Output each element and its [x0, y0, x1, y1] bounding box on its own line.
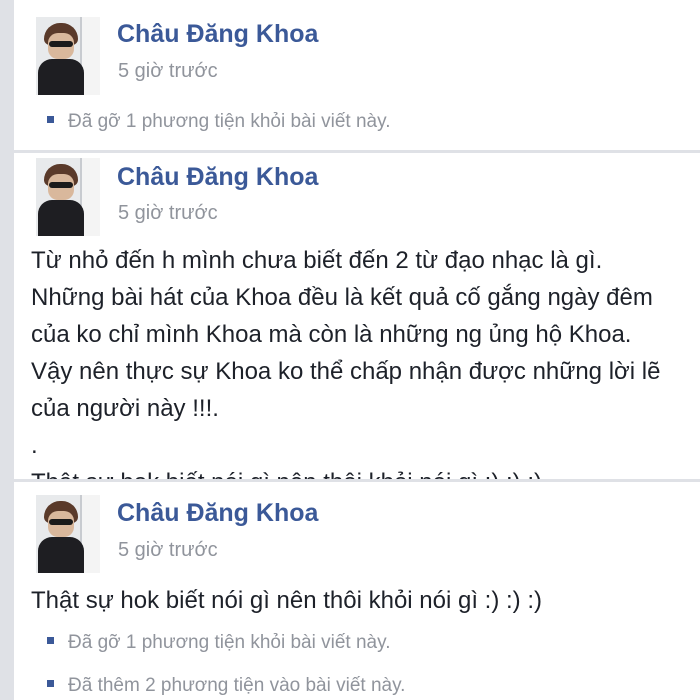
bullet-icon	[47, 116, 54, 124]
post-card: Châu Đăng Khoa 5 giờ trước Đã gỡ 1 phươn…	[14, 0, 700, 150]
edit-note: Đã thêm 2 phương tiện vào bài viết này.	[47, 675, 405, 697]
post-body: Thật sự hok biết nói gì nên thôi khỏi nó…	[31, 587, 542, 614]
post-body: Từ nhỏ đến h mình chưa biết đến 2 từ đạo…	[31, 247, 661, 479]
edit-note: Đã gỡ 1 phương tiện khỏi bài viết này.	[47, 632, 390, 654]
post-card: Châu Đăng Khoa 5 giờ trước Thật sự hok b…	[14, 482, 700, 700]
author-name[interactable]: Châu Đăng Khoa	[117, 163, 318, 192]
edit-note-text: Đã thêm 2 phương tiện vào bài viết này.	[68, 675, 406, 696]
post-timestamp[interactable]: 5 giờ trước	[118, 539, 218, 562]
post-timestamp[interactable]: 5 giờ trước	[118, 202, 218, 225]
avatar[interactable]	[36, 495, 100, 573]
bullet-icon	[47, 637, 54, 645]
post-card: Châu Đăng Khoa 5 giờ trước Từ nhỏ đến h …	[14, 153, 700, 479]
edit-note: Đã gỡ 1 phương tiện khỏi bài viết này.	[47, 111, 390, 133]
author-name[interactable]: Châu Đăng Khoa	[117, 20, 318, 49]
avatar[interactable]	[36, 158, 100, 236]
edit-note-text: Đã gỡ 1 phương tiện khỏi bài viết này.	[68, 632, 391, 653]
bullet-icon	[47, 680, 54, 688]
edit-note-text: Đã gỡ 1 phương tiện khỏi bài viết này.	[68, 111, 391, 132]
author-name[interactable]: Châu Đăng Khoa	[117, 499, 318, 528]
post-timestamp[interactable]: 5 giờ trước	[118, 60, 218, 83]
avatar[interactable]	[36, 17, 100, 95]
